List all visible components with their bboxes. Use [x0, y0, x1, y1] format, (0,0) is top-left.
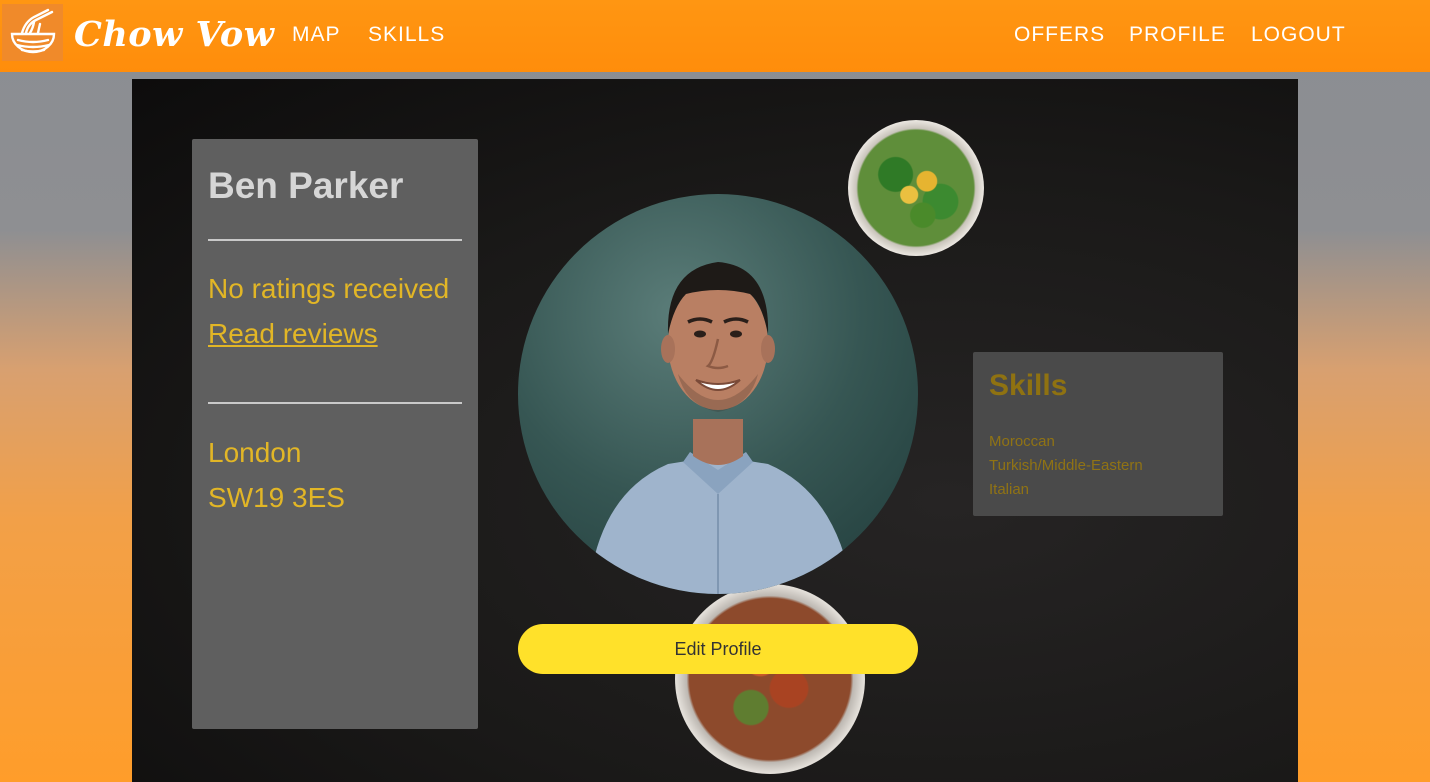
- skill-item: Moroccan: [989, 433, 1055, 450]
- profile-photo: [518, 194, 918, 594]
- top-navbar: Chow Vow MAP SKILLS OFFERS PROFILE LOGOU…: [0, 0, 1430, 72]
- ratings-status: No ratings received: [208, 273, 450, 304]
- skills-list: Moroccan Turkish/Middle-Eastern Italian: [989, 430, 1143, 502]
- skill-item: Italian: [989, 481, 1030, 498]
- skills-title: Skills: [989, 369, 1068, 402]
- nav-link-logout[interactable]: LOGOUT: [1251, 21, 1346, 49]
- read-reviews-link[interactable]: Read reviews: [208, 316, 378, 352]
- noodle-bowl-icon: [10, 8, 55, 53]
- divider: [208, 402, 462, 404]
- salad-bowl-image: [848, 120, 984, 256]
- edit-profile-button[interactable]: Edit Profile: [518, 624, 918, 674]
- location-postcode: SW19 3ES: [208, 482, 345, 513]
- poke-bowl-image: [675, 584, 865, 774]
- nav-link-map[interactable]: MAP: [292, 21, 341, 49]
- user-info-card: Ben Parker No ratings received Read revi…: [192, 139, 478, 729]
- skill-item: Turkish/Middle-Eastern: [989, 457, 1143, 474]
- nav-link-profile[interactable]: PROFILE: [1129, 21, 1226, 49]
- logo[interactable]: [2, 4, 63, 61]
- location-city: London: [208, 437, 302, 468]
- brand-name[interactable]: Chow Vow: [74, 12, 274, 58]
- skills-card: Skills Moroccan Turkish/Middle-Eastern I…: [973, 352, 1223, 516]
- person-portrait-icon: [588, 262, 853, 594]
- nav-link-skills[interactable]: SKILLS: [368, 21, 445, 49]
- nav-link-offers[interactable]: OFFERS: [1014, 21, 1105, 49]
- user-name: Ben Parker: [208, 165, 404, 206]
- profile-panel: Ben Parker No ratings received Read revi…: [132, 79, 1298, 782]
- divider: [208, 239, 462, 241]
